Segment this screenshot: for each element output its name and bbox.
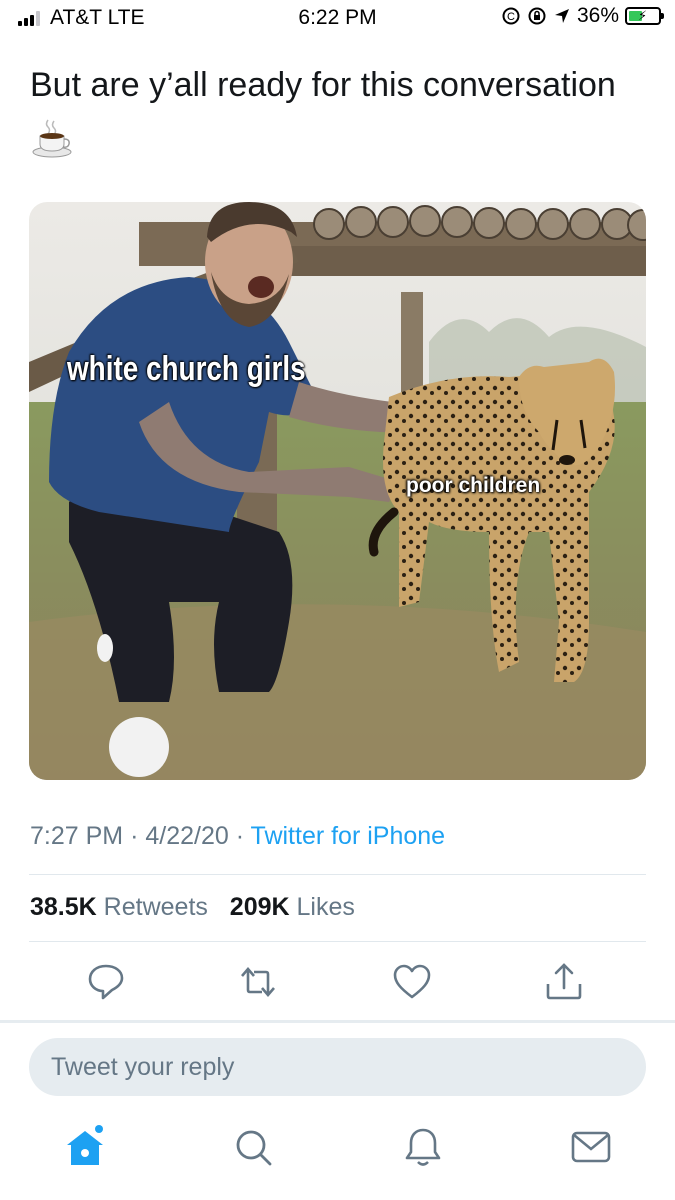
meta-separator: · [235, 822, 245, 850]
reply-input[interactable]: Tweet your reply [29, 1038, 646, 1096]
reply-icon[interactable] [84, 960, 128, 1004]
retweet-icon[interactable] [236, 960, 280, 1004]
likes-stat[interactable]: 209K Likes [230, 893, 355, 921]
retweets-stat[interactable]: 38.5K Retweets [30, 893, 208, 921]
tweet-actions [0, 960, 675, 1004]
tweet-time: 7:27 PM [30, 822, 124, 850]
section-divider [0, 1020, 675, 1023]
hot-beverage-icon [32, 119, 72, 158]
meme-caption-right: poor children [406, 474, 541, 497]
tweet-text: But are y’all ready for this conversatio… [30, 66, 616, 104]
status-right: C 36% ⚡ [501, 4, 664, 28]
location-icon [554, 9, 569, 23]
tweet-media[interactable]: white church girls poor children [29, 202, 646, 780]
divider [29, 874, 646, 875]
divider [29, 941, 646, 942]
screen-recording-icon: C [502, 7, 520, 25]
likes-count: 209K [229, 893, 290, 921]
tab-bar [0, 1125, 675, 1185]
tweet-source-link[interactable]: Twitter for iPhone [251, 822, 446, 850]
tweet-stats: 38.5K Retweets 209K Likes [30, 893, 355, 922]
retweets-count: 38.5K [30, 893, 97, 921]
home-icon[interactable] [63, 1125, 107, 1169]
meta-separator: · [130, 822, 139, 850]
tweet-date: 4/22/20 [145, 822, 229, 850]
status-bar: AT&T LTE 6:22 PM C 36% ⚡ [0, 0, 675, 36]
messages-icon[interactable] [569, 1125, 613, 1169]
battery-percent: 36% [576, 4, 619, 27]
retweets-label: Retweets [103, 893, 208, 921]
likes-label: Likes [296, 893, 355, 921]
battery-icon: ⚡ [625, 7, 664, 25]
notifications-icon[interactable] [401, 1125, 445, 1169]
share-icon[interactable] [542, 960, 586, 1004]
like-icon[interactable] [390, 960, 434, 1004]
tweet-meta: 7:27 PM · 4/22/20 · Twitter for iPhone [30, 822, 445, 851]
svg-text:C: C [507, 11, 515, 23]
orientation-lock-icon [528, 7, 546, 25]
meme-caption-left: white church girls [67, 350, 306, 388]
meme-photo [29, 202, 646, 780]
search-icon[interactable] [231, 1125, 275, 1169]
